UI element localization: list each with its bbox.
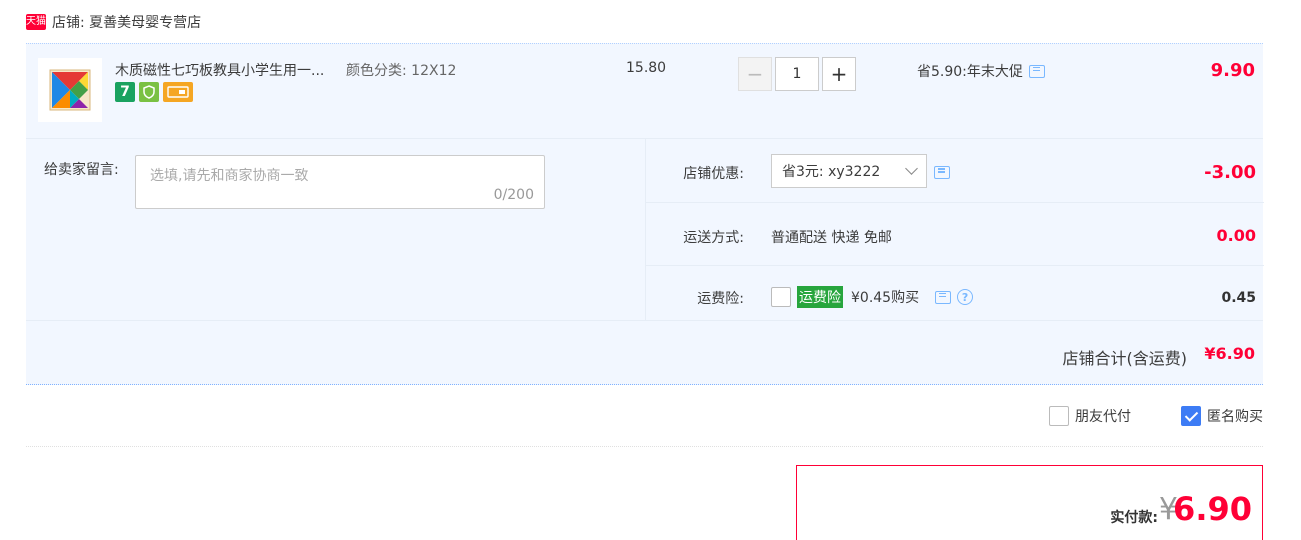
payment-amount: 6.90 — [1173, 490, 1252, 528]
coupon-row: 店铺优惠: 省3元: xy3222 -3.00 — [646, 139, 1264, 203]
help-icon[interactable]: ? — [957, 289, 974, 305]
shop-subtotal-row: 店铺合计(含运费) ¥6.90 — [26, 320, 1263, 385]
shipping-row: 运送方式: 普通配送 快递 免邮 0.00 — [646, 203, 1264, 266]
coupon-select[interactable]: 省3元: xy3222 — [771, 154, 927, 188]
tangram-image — [49, 69, 91, 111]
anonymous-label: 匿名购买 — [1207, 409, 1263, 425]
order-item-row: 木质磁性七巧板教具小学生用一... 颜色分类: 12X12 7 15.80 − … — [26, 43, 1263, 138]
item-thumbnail[interactable] — [38, 58, 102, 122]
order-details-panel: 给卖家留言: 选填,请先和商家协商一致 0/200 店铺优惠: 省3元: xy3… — [26, 138, 1264, 321]
item-total: 9.90 — [1210, 60, 1255, 81]
shipping-label: 运送方式: — [683, 230, 744, 246]
increase-button[interactable]: + — [822, 57, 856, 91]
coupon-selected: 省3元: xy3222 — [782, 164, 881, 180]
insurance-price: ¥0.45购买 — [851, 290, 920, 306]
insurance-chat-icon[interactable] — [935, 290, 952, 304]
shield-icon[interactable] — [139, 82, 159, 102]
service-icons: 7 — [115, 82, 193, 102]
insurance-tag: 运费险 — [797, 286, 843, 308]
message-label: 给卖家留言: — [44, 162, 119, 178]
message-input[interactable]: 选填,请先和商家协商一致 0/200 — [135, 155, 545, 209]
quantity-stepper: − 1 + — [738, 57, 856, 91]
anonymous-checkbox[interactable] — [1181, 406, 1201, 426]
card-icon[interactable] — [163, 82, 193, 102]
order-options: 朋友代付 匿名购买 — [1049, 406, 1263, 426]
chevron-down-icon — [905, 162, 918, 175]
insurance-amount: 0.45 — [1221, 290, 1256, 306]
insurance-label: 运费险: — [697, 291, 744, 307]
divider — [26, 446, 1263, 447]
quantity-input[interactable]: 1 — [775, 57, 819, 91]
tmall-icon: 天猫 — [26, 14, 46, 30]
decrease-button[interactable]: − — [738, 57, 772, 91]
shop-name-link[interactable]: 店铺: 夏善美母婴专营店 — [52, 12, 201, 32]
friend-pay-checkbox[interactable] — [1049, 406, 1069, 426]
subtotal-amount: ¥6.90 — [1204, 344, 1255, 363]
shop-header: 天猫 店铺: 夏善美母婴专营店 — [26, 10, 201, 34]
fees-panel: 店铺优惠: 省3元: xy3222 -3.00 运送方式: 普通配送 快递 免邮… — [645, 139, 1264, 321]
message-placeholder: 选填,请先和商家协商一致 — [150, 168, 309, 184]
insurance-option: 运费险 ¥0.45购买 ? — [771, 286, 974, 308]
payment-summary: 实付款: ¥ 6.90 — [796, 465, 1263, 540]
promo-chat-icon[interactable] — [1028, 64, 1045, 78]
coupon-amount: -3.00 — [1204, 162, 1256, 183]
seven-day-return-icon[interactable]: 7 — [115, 82, 135, 102]
shipping-amount: 0.00 — [1216, 226, 1256, 245]
promo-text: 省5.90:年末大促 — [917, 64, 1023, 80]
promo-info: 省5.90:年末大促 — [917, 61, 1045, 81]
friend-pay-option[interactable]: 朋友代付 — [1049, 406, 1131, 426]
insurance-row: 运费险: 运费险 ¥0.45购买 ? 0.45 — [646, 266, 1264, 321]
subtotal-label: 店铺合计(含运费) — [1062, 349, 1188, 368]
friend-pay-label: 朋友代付 — [1075, 409, 1131, 425]
coupon-chat-icon[interactable] — [934, 166, 950, 179]
insurance-checkbox[interactable] — [771, 287, 791, 307]
unit-price: 15.80 — [626, 60, 667, 76]
item-sku: 颜色分类: 12X12 — [346, 63, 457, 79]
coupon-label: 店铺优惠: — [683, 166, 744, 182]
anonymous-option[interactable]: 匿名购买 — [1181, 406, 1263, 426]
shipping-method: 普通配送 快递 免邮 — [771, 230, 892, 246]
payment-label: 实付款: — [1110, 510, 1158, 526]
item-title-link[interactable]: 木质磁性七巧板教具小学生用一... — [115, 60, 324, 80]
message-counter: 0/200 — [493, 187, 534, 203]
